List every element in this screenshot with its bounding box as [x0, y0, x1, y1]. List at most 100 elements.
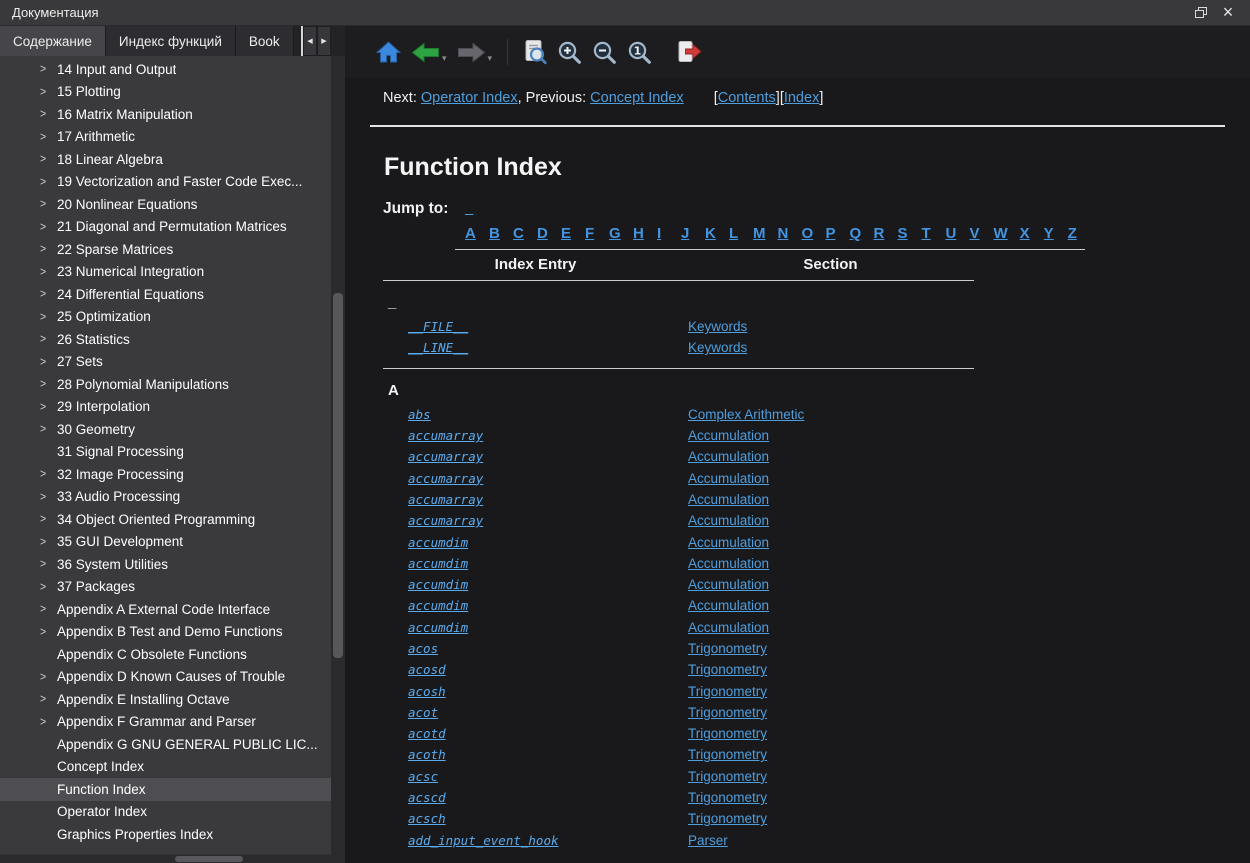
- expand-chevron-icon[interactable]: >: [40, 310, 57, 324]
- function-link[interactable]: accumarray: [408, 428, 483, 443]
- expand-chevron-icon[interactable]: >: [40, 197, 57, 211]
- zoom-in-button[interactable]: [557, 40, 582, 65]
- expand-chevron-icon[interactable]: >: [40, 692, 57, 706]
- tree-item[interactable]: >Appendix F Grammar and Parser: [0, 711, 331, 734]
- jump-letter-link[interactable]: V: [970, 225, 982, 242]
- tree-item[interactable]: Appendix C Obsolete Functions: [0, 643, 331, 666]
- function-link[interactable]: accumdim: [408, 620, 468, 635]
- jump-letter-link[interactable]: D: [537, 225, 549, 242]
- tree-item[interactable]: >14 Input and Output: [0, 58, 331, 81]
- section-link[interactable]: Trigonometry: [688, 747, 767, 762]
- expand-chevron-icon[interactable]: >: [40, 242, 57, 256]
- forward-dropdown-icon[interactable]: ▾: [488, 54, 493, 63]
- jump-letter-link[interactable]: Y: [1044, 225, 1056, 242]
- tree-item[interactable]: >20 Nonlinear Equations: [0, 193, 331, 216]
- expand-chevron-icon[interactable]: >: [40, 355, 57, 369]
- expand-chevron-icon[interactable]: >: [40, 535, 57, 549]
- expand-chevron-icon[interactable]: >: [40, 512, 57, 526]
- section-link[interactable]: Trigonometry: [688, 684, 767, 699]
- nav-index-link[interactable]: Index: [784, 90, 819, 106]
- tree-item[interactable]: Concept Index: [0, 756, 331, 779]
- section-link[interactable]: Parser: [688, 833, 728, 848]
- expand-chevron-icon[interactable]: >: [40, 377, 57, 391]
- sidebar-tab[interactable]: Содержание: [0, 26, 106, 56]
- jump-letter-link[interactable]: L: [729, 225, 741, 242]
- jump-letter-link[interactable]: Z: [1068, 225, 1080, 242]
- tree-item[interactable]: >30 Geometry: [0, 418, 331, 441]
- tree-item[interactable]: >36 System Utilities: [0, 553, 331, 576]
- jump-letter-link[interactable]: F: [585, 225, 597, 242]
- tab-scroll-right-button[interactable]: ▶: [317, 26, 331, 56]
- tab-scroll-left-button[interactable]: ◀: [303, 26, 317, 56]
- expand-chevron-icon[interactable]: >: [40, 62, 57, 76]
- hscrollbar-thumb[interactable]: [175, 856, 243, 862]
- function-link[interactable]: __LINE__: [408, 340, 468, 355]
- jump-letter-link[interactable]: C: [513, 225, 525, 242]
- function-link[interactable]: acsc: [408, 769, 438, 784]
- tree-item[interactable]: >32 Image Processing: [0, 463, 331, 486]
- expand-chevron-icon[interactable]: >: [40, 422, 57, 436]
- jump-letter-link[interactable]: S: [898, 225, 910, 242]
- section-link[interactable]: Accumulation: [688, 471, 769, 486]
- jump-letter-link[interactable]: W: [994, 225, 1008, 242]
- section-link[interactable]: Trigonometry: [688, 790, 767, 805]
- section-link[interactable]: Accumulation: [688, 449, 769, 464]
- section-link[interactable]: Accumulation: [688, 492, 769, 507]
- jump-letter-link[interactable]: M: [753, 225, 766, 242]
- close-button[interactable]: ×: [1214, 2, 1242, 24]
- jump-letter-link[interactable]: E: [561, 225, 573, 242]
- zoom-out-button[interactable]: [592, 40, 617, 65]
- function-link[interactable]: acscd: [408, 790, 446, 805]
- jump-letter-link[interactable]: T: [922, 225, 934, 242]
- jump-letter-link[interactable]: H: [633, 225, 645, 242]
- section-link[interactable]: Keywords: [688, 340, 747, 355]
- section-link[interactable]: Accumulation: [688, 598, 769, 613]
- expand-chevron-icon[interactable]: >: [40, 85, 57, 99]
- expand-chevron-icon[interactable]: >: [40, 265, 57, 279]
- jump-letter-link[interactable]: Q: [850, 225, 862, 242]
- section-link[interactable]: Trigonometry: [688, 662, 767, 677]
- tree-item[interactable]: >24 Differential Equations: [0, 283, 331, 306]
- bookmark-button[interactable]: [675, 40, 702, 64]
- function-link[interactable]: acotd: [408, 726, 446, 741]
- section-link[interactable]: Trigonometry: [688, 641, 767, 656]
- tree-item[interactable]: 31 Signal Processing: [0, 441, 331, 464]
- restore-button[interactable]: [1186, 2, 1214, 24]
- expand-chevron-icon[interactable]: >: [40, 670, 57, 684]
- tree-item[interactable]: >29 Interpolation: [0, 396, 331, 419]
- expand-chevron-icon[interactable]: >: [40, 287, 57, 301]
- tree-item[interactable]: >17 Arithmetic: [0, 126, 331, 149]
- function-link[interactable]: accumarray: [408, 492, 483, 507]
- section-link[interactable]: Keywords: [688, 319, 747, 334]
- section-link[interactable]: Accumulation: [688, 577, 769, 592]
- expand-chevron-icon[interactable]: >: [40, 175, 57, 189]
- jump-letter-link[interactable]: U: [946, 225, 958, 242]
- tree-item[interactable]: >25 Optimization: [0, 306, 331, 329]
- expand-chevron-icon[interactable]: >: [40, 490, 57, 504]
- function-link[interactable]: accumdim: [408, 535, 468, 550]
- tree-item[interactable]: >26 Statistics: [0, 328, 331, 351]
- expand-chevron-icon[interactable]: >: [40, 400, 57, 414]
- section-link[interactable]: Accumulation: [688, 556, 769, 571]
- tree-item[interactable]: >18 Linear Algebra: [0, 148, 331, 171]
- function-link[interactable]: acoth: [408, 747, 446, 762]
- tree-item[interactable]: >35 GUI Development: [0, 531, 331, 554]
- jump-letter-link[interactable]: J: [681, 225, 693, 242]
- tree-item[interactable]: >22 Sparse Matrices: [0, 238, 331, 261]
- function-link[interactable]: accumarray: [408, 471, 483, 486]
- section-link[interactable]: Trigonometry: [688, 705, 767, 720]
- function-link[interactable]: acsch: [408, 811, 446, 826]
- jump-letter-link[interactable]: X: [1020, 225, 1032, 242]
- function-link[interactable]: accumdim: [408, 556, 468, 571]
- jump-letter-link[interactable]: O: [802, 225, 814, 242]
- nav-contents-link[interactable]: Contents: [718, 90, 776, 106]
- jump-underscore-link[interactable]: _: [465, 200, 473, 217]
- jump-letter-link[interactable]: P: [826, 225, 838, 242]
- section-link[interactable]: Trigonometry: [688, 769, 767, 784]
- tree-item[interactable]: >34 Object Oriented Programming: [0, 508, 331, 531]
- vscrollbar-thumb[interactable]: [333, 293, 343, 658]
- back-dropdown-icon[interactable]: ▾: [442, 54, 447, 63]
- function-link[interactable]: __FILE__: [408, 319, 468, 334]
- tree-item[interactable]: >27 Sets: [0, 351, 331, 374]
- jump-letter-link[interactable]: N: [778, 225, 790, 242]
